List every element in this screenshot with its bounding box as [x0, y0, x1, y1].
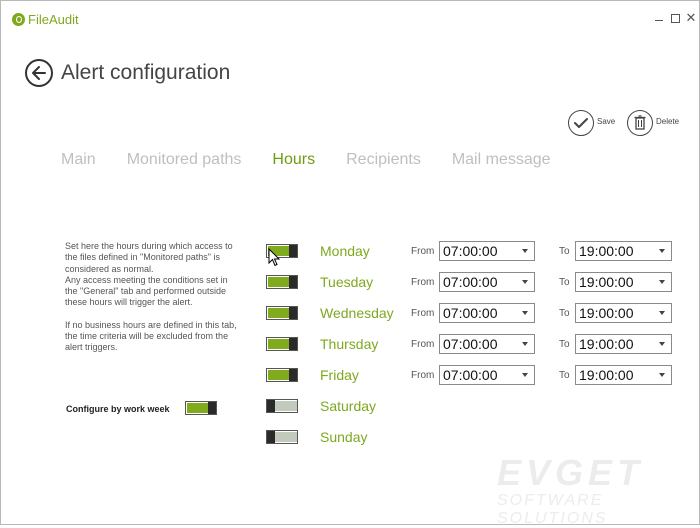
friday-from-time[interactable]: 07:00:00 [439, 365, 535, 385]
description-paragraph: If no business hours are defined in this… [65, 319, 237, 353]
page-title: Alert configuration [61, 61, 231, 84]
from-label: From [411, 308, 435, 319]
time-value: 07:00:00 [443, 243, 498, 259]
tab-bar: Main Monitored paths Hours Recipients Ma… [61, 151, 582, 169]
dropdown-arrow-icon[interactable] [659, 280, 665, 284]
tuesday-to-time[interactable]: 19:00:00 [575, 272, 672, 292]
tab-mail-message[interactable]: Mail message [452, 151, 551, 169]
dropdown-arrow-icon[interactable] [659, 342, 665, 346]
delete-button[interactable]: Delete [627, 110, 679, 136]
close-button[interactable]: ✕ [683, 10, 699, 26]
time-value: 07:00:00 [443, 336, 498, 352]
monday-from-time[interactable]: 07:00:00 [439, 241, 535, 261]
checkmark-icon [568, 110, 594, 136]
dropdown-arrow-icon[interactable] [522, 311, 528, 315]
dropdown-arrow-icon[interactable] [659, 311, 665, 315]
tuesday-toggle[interactable] [266, 275, 298, 289]
sunday-toggle[interactable] [266, 430, 298, 444]
time-value: 19:00:00 [579, 336, 634, 352]
day-label-friday: Friday [320, 367, 359, 383]
time-value: 19:00:00 [579, 243, 634, 259]
friday-to-time[interactable]: 19:00:00 [575, 365, 672, 385]
tab-recipients[interactable]: Recipients [346, 151, 421, 169]
day-label-thursday: Thursday [320, 336, 379, 352]
description-paragraph: Set here the hours during which access t… [65, 241, 233, 308]
thursday-toggle[interactable] [266, 337, 298, 351]
day-label-monday: Monday [320, 243, 370, 259]
time-value: 19:00:00 [579, 305, 634, 321]
day-label-tuesday: Tuesday [320, 274, 374, 290]
fileaudit-logo-icon [12, 13, 25, 26]
to-label: To [559, 339, 570, 350]
maximize-button[interactable] [667, 10, 683, 26]
app-title: FileAudit [28, 12, 79, 27]
to-label: To [559, 370, 570, 381]
time-value: 07:00:00 [443, 367, 498, 383]
dropdown-arrow-icon[interactable] [659, 249, 665, 253]
to-label: To [559, 277, 570, 288]
time-value: 19:00:00 [579, 274, 634, 290]
trash-icon [627, 110, 653, 136]
saturday-toggle[interactable] [266, 399, 298, 413]
day-label-sunday: Sunday [320, 429, 368, 445]
arrow-left-icon [32, 66, 46, 80]
tab-main[interactable]: Main [61, 151, 96, 169]
day-label-saturday: Saturday [320, 398, 377, 414]
tuesday-from-time[interactable]: 07:00:00 [439, 272, 535, 292]
monday-to-time[interactable]: 19:00:00 [575, 241, 672, 261]
delete-label: Delete [656, 116, 680, 126]
time-value: 19:00:00 [579, 367, 634, 383]
dropdown-arrow-icon[interactable] [659, 373, 665, 377]
save-button[interactable]: Save [568, 110, 615, 136]
from-label: From [411, 339, 435, 350]
thursday-to-time[interactable]: 19:00:00 [575, 334, 672, 354]
mouse-cursor-icon [268, 248, 281, 267]
from-label: From [411, 277, 435, 288]
to-label: To [559, 246, 570, 257]
configure-work-week-toggle[interactable] [185, 401, 217, 415]
title-bar: FileAudit ✕ [0, 0, 700, 40]
minimize-button[interactable] [651, 10, 667, 26]
watermark-tagline: SOFTWARE SOLUTIONS [497, 492, 608, 527]
configure-work-week-label: Configure by work week [66, 404, 170, 414]
thursday-from-time[interactable]: 07:00:00 [439, 334, 535, 354]
friday-toggle[interactable] [266, 368, 298, 382]
tab-hours[interactable]: Hours [272, 151, 315, 169]
from-label: From [411, 370, 435, 381]
time-value: 07:00:00 [443, 305, 498, 321]
dropdown-arrow-icon[interactable] [522, 342, 528, 346]
hours-description: Set here the hours during which access t… [65, 241, 240, 354]
tab-monitored-paths[interactable]: Monitored paths [127, 151, 242, 169]
wednesday-to-time[interactable]: 19:00:00 [575, 303, 672, 323]
watermark-logo: EVGET [497, 452, 645, 493]
to-label: To [559, 308, 570, 319]
day-label-wednesday: Wednesday [320, 305, 394, 321]
from-label: From [411, 246, 435, 257]
time-value: 07:00:00 [443, 274, 498, 290]
wednesday-toggle[interactable] [266, 306, 298, 320]
dropdown-arrow-icon[interactable] [522, 249, 528, 253]
dropdown-arrow-icon[interactable] [522, 373, 528, 377]
save-label: Save [597, 116, 616, 126]
dropdown-arrow-icon[interactable] [522, 280, 528, 284]
back-button[interactable] [25, 59, 53, 87]
wednesday-from-time[interactable]: 07:00:00 [439, 303, 535, 323]
